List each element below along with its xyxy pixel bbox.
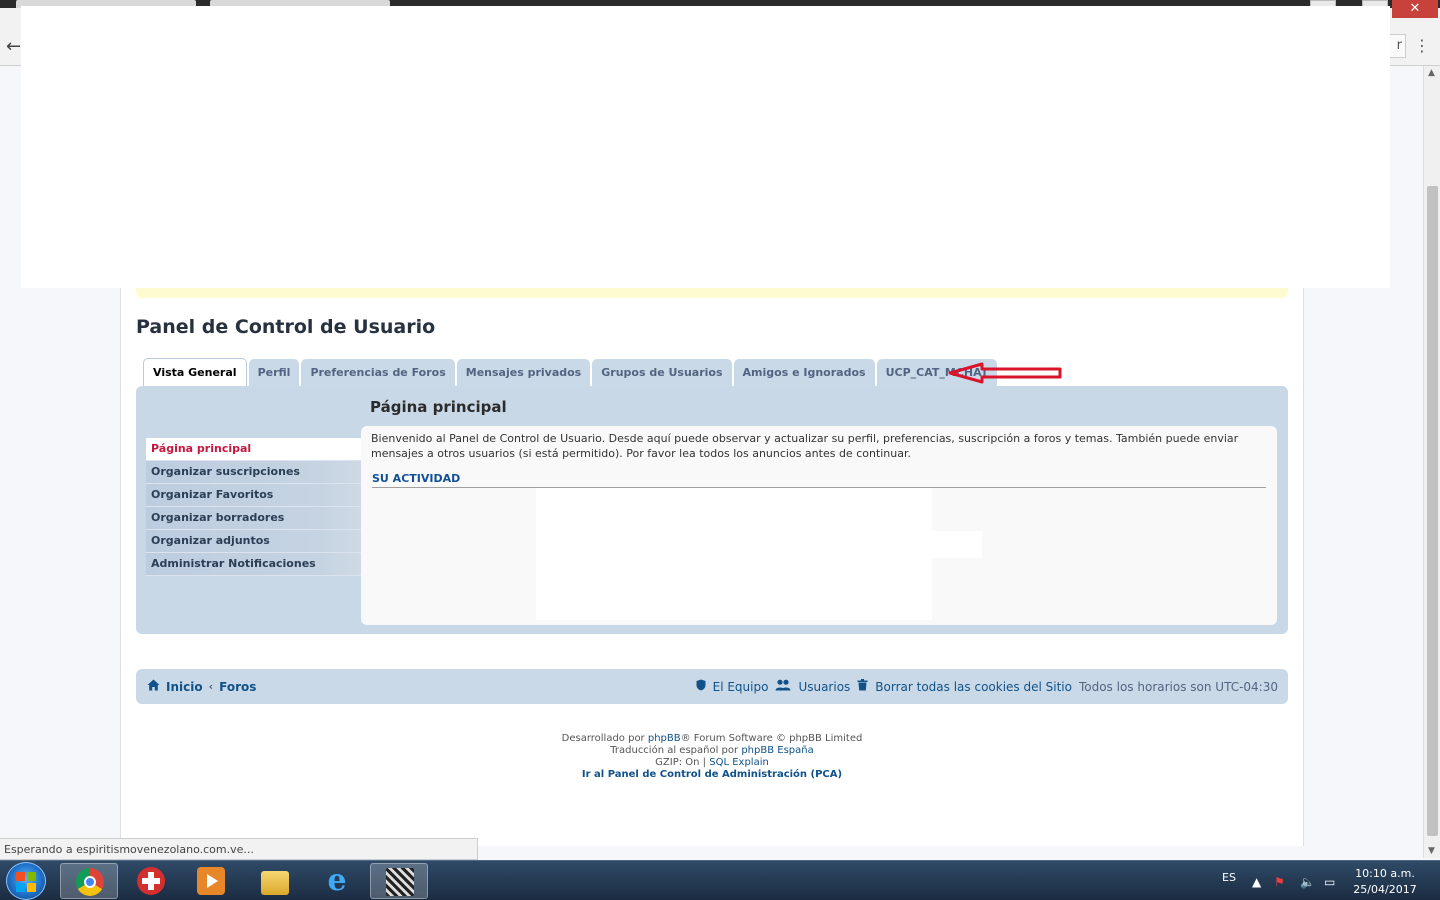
section-title: Página principal (370, 398, 507, 416)
copyright-block: Desarrollado por phpBB® Forum Software ©… (136, 733, 1288, 781)
sidebar-item-organizar-suscripciones[interactable]: Organizar suscripciones (146, 461, 361, 484)
copyright-line-3: GZIP: On | SQL Explain (136, 757, 1288, 769)
redacted-header-area (21, 6, 1390, 288)
gzip-text: GZIP: On | (655, 757, 710, 768)
footer-links: El Equipo Usuarios Borrar todas las cook… (696, 679, 1278, 694)
qr-image-icon (386, 868, 414, 896)
close-window-button[interactable]: ✕ (1392, 0, 1438, 18)
taskbar-media-button[interactable] (182, 863, 240, 899)
scrollbar-thumb[interactable] (1427, 186, 1438, 836)
action-center-flag-icon[interactable]: ⚑ (1274, 875, 1285, 889)
welcome-text: Bienvenido al Panel de Control de Usuari… (371, 432, 1239, 460)
admin-panel-link[interactable]: Ir al Panel de Control de Administración… (136, 769, 1288, 781)
vertical-scrollbar[interactable]: ▲ ▼ (1423, 66, 1440, 858)
sql-explain-link[interactable]: SQL Explain (709, 757, 769, 768)
sidebar-item-administrar-notificaciones[interactable]: Administrar Notificaciones (146, 553, 361, 576)
home-icon (147, 679, 160, 694)
back-arrow-icon[interactable]: ← (6, 36, 21, 57)
redacted-activity-area (932, 531, 982, 558)
tab-amigos-ignorados[interactable]: Amigos e Ignorados (733, 359, 875, 386)
copyright-text: Desarrollado por (561, 733, 648, 744)
notice-strip (136, 288, 1288, 298)
sidebar-item-organizar-borradores[interactable]: Organizar borradores (146, 507, 361, 530)
ucp-tabs: Vista General Perfil Preferencias de For… (143, 358, 998, 386)
trash-icon (857, 679, 868, 694)
file-explorer-icon (261, 871, 289, 895)
network-icon[interactable]: ▭ (1324, 875, 1335, 889)
taskbar-explorer-button[interactable] (246, 863, 304, 899)
users-link[interactable]: Usuarios (798, 680, 850, 694)
system-clock[interactable]: 10:10 a.m. 25/04/2017 (1350, 866, 1420, 898)
users-icon (775, 679, 791, 694)
footer-navbar: Inicio ‹ Foros El Equipo Usuarios Borrar… (136, 669, 1288, 704)
breadcrumb: Inicio ‹ Foros (147, 679, 256, 694)
taskbar-chrome-button[interactable] (60, 863, 118, 899)
app-red-icon (137, 867, 165, 895)
page-title: Panel de Control de Usuario (136, 316, 436, 338)
phpbb-link[interactable]: phpBB (648, 733, 681, 744)
tab-preferencias-foros[interactable]: Preferencias de Foros (301, 359, 455, 386)
breadcrumb-inicio-link[interactable]: Inicio (166, 680, 203, 694)
sidebar-item-organizar-favoritos[interactable]: Organizar Favoritos (146, 484, 361, 507)
browser-menu-icon[interactable]: ⋮ (1414, 36, 1430, 55)
shield-icon (696, 679, 706, 694)
phpbb-espana-link[interactable]: phpBB España (741, 745, 813, 756)
chrome-icon (76, 868, 104, 896)
sidebar-item-pagina-principal[interactable]: Página principal (146, 438, 361, 461)
copyright-text: ® Forum Software © phpBB Limited (680, 733, 863, 744)
taskbar-image-button[interactable] (370, 863, 428, 899)
volume-icon[interactable]: 🔈 (1300, 875, 1315, 889)
clock-date: 25/04/2017 (1353, 883, 1417, 896)
copyright-line-1: Desarrollado por phpBB® Forum Software ©… (136, 733, 1288, 745)
copyright-line-2: Traducción al español por phpBB España (136, 745, 1288, 757)
start-button-icon[interactable] (6, 862, 46, 900)
tab-grupos-usuarios[interactable]: Grupos de Usuarios (592, 359, 732, 386)
team-link[interactable]: El Equipo (713, 680, 769, 694)
timezone-text: Todos los horarios son UTC-04:30 (1078, 679, 1278, 694)
delete-cookies-link[interactable]: Borrar todas las cookies del Sitio (875, 680, 1072, 694)
scroll-up-icon[interactable]: ▲ (1428, 68, 1435, 78)
breadcrumb-chevron-icon: ‹ (208, 680, 214, 693)
show-hidden-icons-icon[interactable]: ▲ (1252, 875, 1261, 889)
breadcrumb-foros-link[interactable]: Foros (219, 680, 256, 694)
ucp-sidebar: Página principal Organizar suscripciones… (146, 438, 361, 576)
activity-heading: SU ACTIVIDAD (372, 472, 1266, 488)
browser-status-bar: Esperando a espiritismovenezolano.com.ve… (0, 838, 478, 860)
media-player-icon (197, 867, 225, 895)
tab-perfil[interactable]: Perfil (248, 359, 300, 386)
redacted-activity-area (536, 488, 932, 620)
translation-text: Traducción al español por (610, 745, 742, 756)
taskbar-ie-button[interactable]: e (308, 863, 366, 899)
sidebar-item-organizar-adjuntos[interactable]: Organizar adjuntos (146, 530, 361, 553)
clock-time: 10:10 a.m. (1355, 867, 1415, 880)
language-indicator[interactable]: ES (1222, 871, 1236, 884)
tab-mensajes-privados[interactable]: Mensajes privados (456, 359, 591, 386)
tab-vista-general[interactable]: Vista General (143, 358, 247, 386)
taskbar-app-button[interactable] (122, 863, 180, 899)
internet-explorer-icon: e (327, 863, 347, 898)
red-arrow-annotation-icon (948, 362, 1062, 384)
scroll-down-icon[interactable]: ▼ (1428, 846, 1435, 856)
